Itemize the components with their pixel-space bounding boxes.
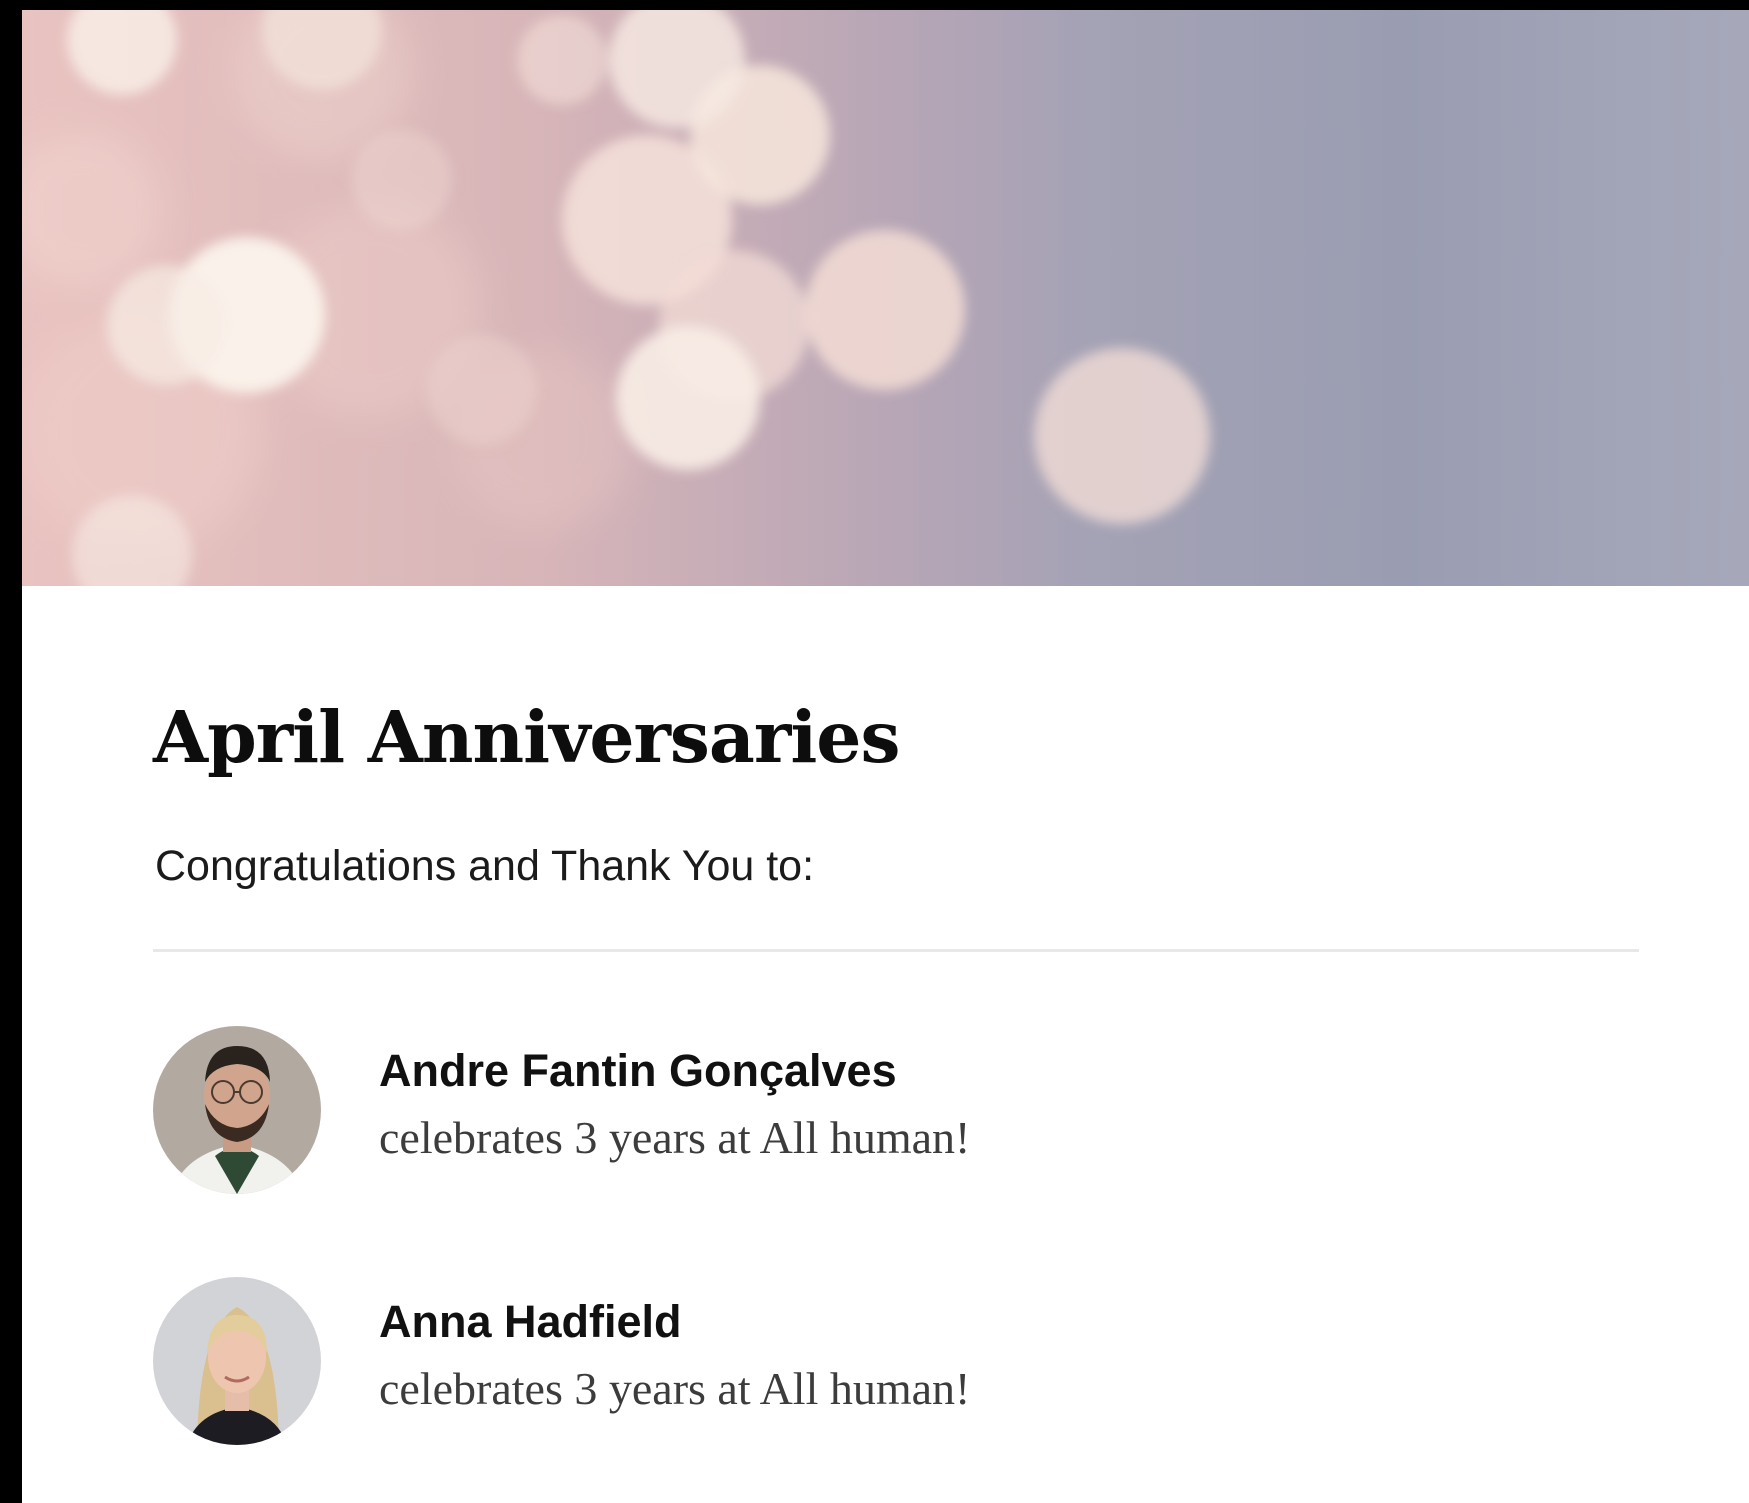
person-name: Andre Fantin Gonçalves	[379, 1045, 897, 1096]
divider	[153, 949, 1639, 952]
avatar	[153, 1026, 321, 1194]
announcement-card: April Anniversaries Congratulations and …	[22, 10, 1749, 1503]
avatar	[153, 1277, 321, 1445]
list-item: Anna Hadfield celebrates 3 years at All …	[153, 1277, 1653, 1445]
person-message: celebrates 3 years at All human!	[379, 1112, 971, 1163]
subtitle: Congratulations and Thank You to:	[155, 842, 815, 890]
page-title: April Anniversaries	[153, 695, 900, 779]
person-message: celebrates 3 years at All human!	[379, 1363, 971, 1414]
person-name: Anna Hadfield	[379, 1296, 682, 1347]
list-item: Andre Fantin Gonçalves celebrates 3 year…	[153, 1026, 1653, 1194]
bokeh-banner-image	[22, 10, 1749, 586]
